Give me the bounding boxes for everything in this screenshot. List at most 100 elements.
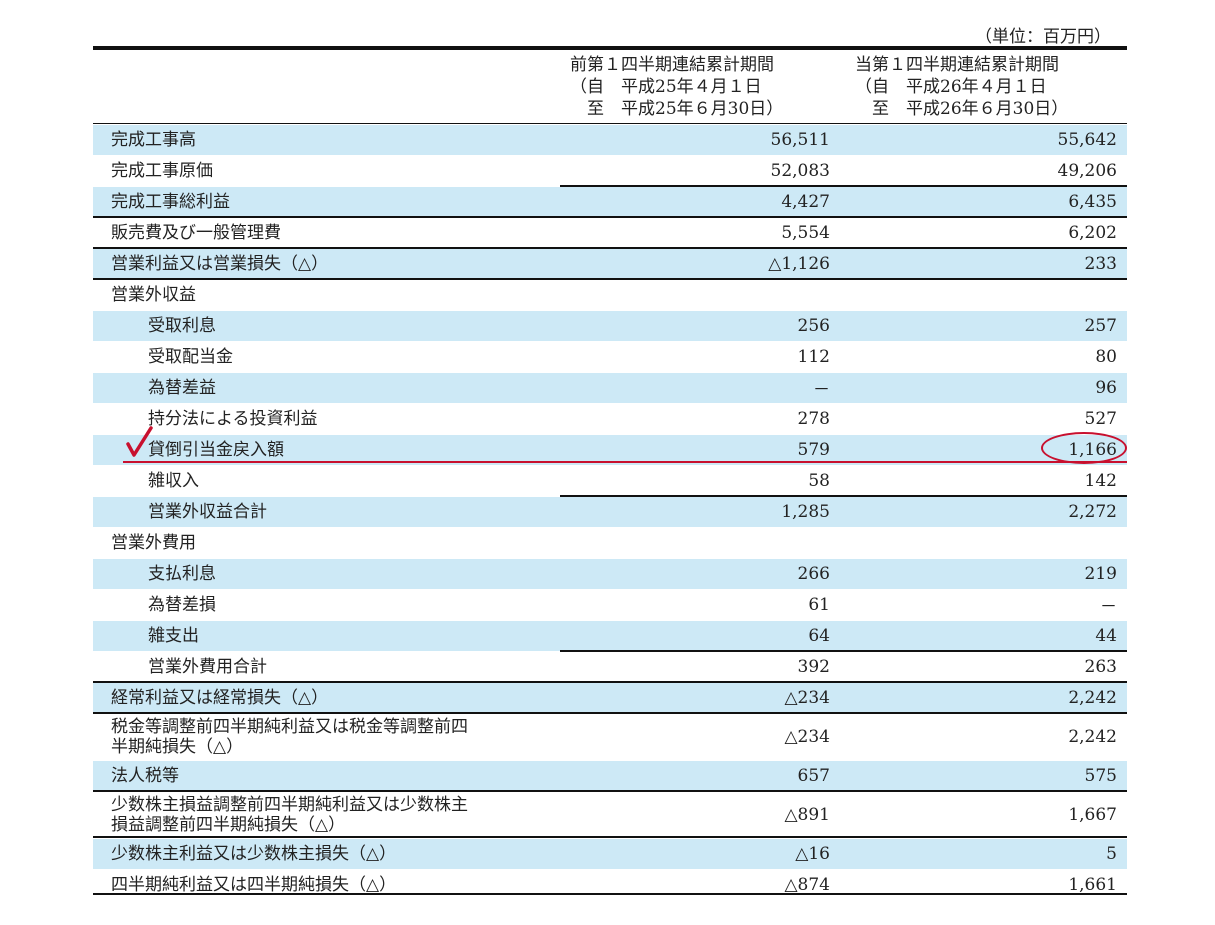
red-underline-annotation <box>123 461 1127 463</box>
row-label: 営業利益又は営業損失（△） <box>111 253 329 274</box>
current-value: 1,667 <box>1068 804 1117 825</box>
table-row: 営業利益又は営業損失（△） △1,126 233 <box>93 248 1127 279</box>
prior-value: 64 <box>808 625 830 646</box>
current-value: 233 <box>1084 253 1117 274</box>
prior-value: 392 <box>797 656 830 677</box>
row-label: 完成工事高 <box>111 129 196 150</box>
prior-value: 5,554 <box>781 222 830 243</box>
prior-value: 58 <box>808 470 830 491</box>
table-row: 営業外収益合計 1,285 2,272 <box>93 496 1127 527</box>
current-value: 2,242 <box>1068 726 1117 747</box>
table-row: 完成工事高 56,511 55,642 <box>93 124 1127 155</box>
row-label: 営業外収益合計 <box>148 501 267 522</box>
prior-value: △234 <box>784 687 830 708</box>
subtotal-rule <box>560 185 1127 187</box>
current-value: 5 <box>1106 843 1117 864</box>
row-label: 完成工事総利益 <box>111 191 230 212</box>
prior-value: 278 <box>797 408 830 429</box>
prior-value: 52,083 <box>770 160 830 181</box>
current-value: 142 <box>1084 470 1117 491</box>
row-label: 少数株主損益調整前四半期純利益又は少数株主 損益調整前四半期純損失（△） <box>111 794 468 835</box>
current-value: 527 <box>1084 408 1117 429</box>
red-circle-annotation <box>1041 432 1127 464</box>
table-row: 完成工事総利益 4,427 6,435 <box>93 186 1127 217</box>
table-row: 営業外費用合計 392 263 <box>93 651 1127 682</box>
table-row: 少数株主利益又は少数株主損失（△） △16 5 <box>93 838 1127 869</box>
unit-label: （単位：百万円） <box>975 27 1111 47</box>
row-label: 販売費及び一般管理費 <box>111 222 281 243</box>
subtotal-rule <box>93 216 1127 218</box>
table-row: 為替差益 － 96 <box>93 372 1127 403</box>
table-row: 受取利息 256 257 <box>93 310 1127 341</box>
subtotal-rule <box>560 650 1127 652</box>
current-value: 6,202 <box>1068 222 1117 243</box>
table-row: 税金等調整前四半期純利益又は税金等調整前四 半期純損失（△） △234 2,242 <box>93 713 1127 760</box>
row-label: 雑支出 <box>148 625 199 646</box>
prior-value: 112 <box>797 346 830 367</box>
prior-value: 256 <box>797 315 830 336</box>
row-label: 税金等調整前四半期純利益又は税金等調整前四 半期純損失（△） <box>111 716 468 757</box>
header-top-rule <box>93 46 1127 50</box>
table-bottom-rule <box>93 893 1127 895</box>
checkmark-icon <box>126 426 153 457</box>
subtotal-rule <box>93 681 1127 683</box>
current-value: 1,661 <box>1068 874 1117 895</box>
row-label: 雑収入 <box>148 470 199 491</box>
current-value: 55,642 <box>1057 129 1117 150</box>
row-label: 法人税等 <box>111 765 179 786</box>
table-row: 雑収入 58 142 <box>93 465 1127 496</box>
current-value: 96 <box>1095 377 1117 398</box>
row-label: 経常利益又は経常損失（△） <box>111 687 329 708</box>
table-row: 完成工事原価 52,083 49,206 <box>93 155 1127 186</box>
subtotal-rule <box>560 495 1127 497</box>
row-label: 営業外費用 <box>111 532 196 553</box>
current-value: 219 <box>1084 563 1117 584</box>
prior-value: 61 <box>808 594 830 615</box>
prior-value: △16 <box>795 843 830 864</box>
subtotal-rule <box>93 712 1127 714</box>
prior-value: 657 <box>797 765 830 786</box>
current-value: 44 <box>1095 625 1117 646</box>
table-row: 販売費及び一般管理費 5,554 6,202 <box>93 217 1127 248</box>
current-value: 2,242 <box>1068 687 1117 708</box>
table-row: 持分法による投資利益 278 527 <box>93 403 1127 434</box>
table-row: 営業外収益 <box>93 279 1127 310</box>
current-value: 80 <box>1095 346 1117 367</box>
current-value: 6,435 <box>1068 191 1117 212</box>
table-row: 雑支出 64 44 <box>93 620 1127 651</box>
row-label: 為替差益 <box>148 377 216 398</box>
prior-value: － <box>813 380 830 400</box>
prior-value: 1,285 <box>781 501 830 522</box>
table-row: 経常利益又は経常損失（△） △234 2,242 <box>93 682 1127 713</box>
row-label: 支払利息 <box>148 563 216 584</box>
current-value: 49,206 <box>1057 160 1117 181</box>
subtotal-rule <box>93 278 1127 280</box>
current-value: － <box>1100 597 1117 617</box>
prior-value: 266 <box>797 563 830 584</box>
table-row: 四半期純利益又は四半期純損失（△） △874 1,661 <box>93 869 1127 900</box>
prior-value: △1,126 <box>768 253 830 274</box>
prior-value: △891 <box>784 804 830 825</box>
row-label: 営業外収益 <box>111 284 196 305</box>
row-label: 持分法による投資利益 <box>148 408 318 429</box>
table-row: 少数株主損益調整前四半期純利益又は少数株主 損益調整前四半期純損失（△） △891… <box>93 791 1127 838</box>
subtotal-rule <box>93 836 1127 838</box>
table-row: 受取配当金 112 80 <box>93 341 1127 372</box>
prior-value: 4,427 <box>781 191 830 212</box>
row-label: 完成工事原価 <box>111 160 213 181</box>
income-statement-table: 完成工事高 56,511 55,642 完成工事原価 52,083 49,206 完成工… <box>93 124 1127 900</box>
prior-value: 56,511 <box>770 129 830 150</box>
row-label: 四半期純利益又は四半期純損失（△） <box>111 874 397 895</box>
table-row: 営業外費用 <box>93 527 1127 558</box>
current-value: 263 <box>1084 656 1117 677</box>
table-row: 為替差損 61 － <box>93 589 1127 620</box>
table-row: 支払利息 266 219 <box>93 558 1127 589</box>
row-label: 受取配当金 <box>148 346 233 367</box>
current-value: 257 <box>1084 315 1117 336</box>
current-value: 575 <box>1084 765 1117 786</box>
prior-value: △234 <box>784 726 830 747</box>
prior-value: △874 <box>784 874 830 895</box>
row-label: 営業外費用合計 <box>148 656 267 677</box>
subtotal-rule <box>93 247 1127 249</box>
column-header-current-period: 当第１四半期連結累計期間 （自 平成26年４月１日 至 平成26年６月30日） <box>855 55 1069 119</box>
